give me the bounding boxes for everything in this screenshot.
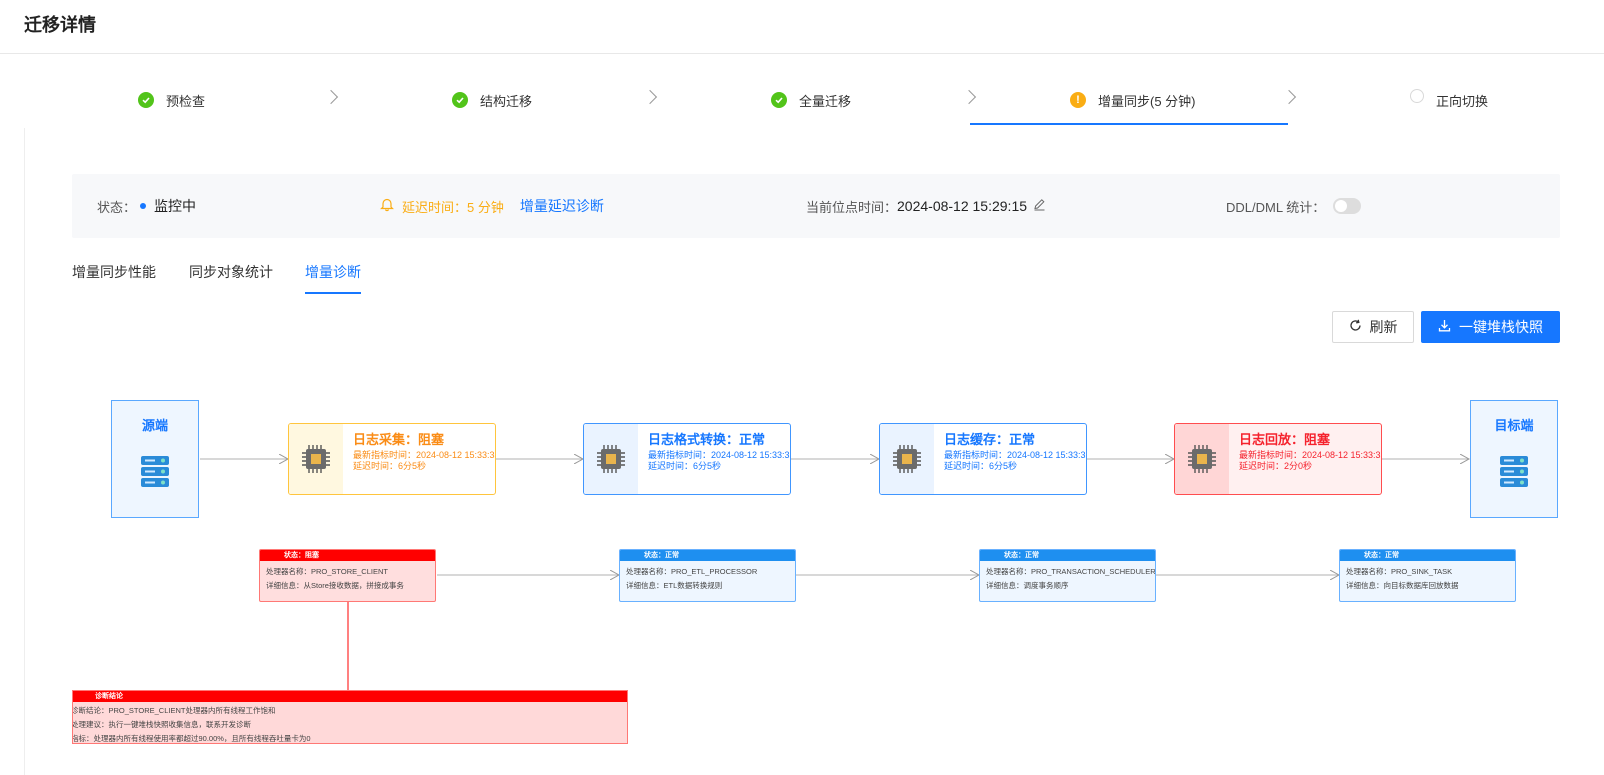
diagnosis-line: 处理建议：执行一键堆栈快照收集信息，联系开发诊断: [72, 720, 251, 729]
processor-transaction-scheduler[interactable]: 状态：正常 处理器名称：PRO_TRANSACTION_SCHEDULER 详细…: [979, 549, 1156, 602]
processor-etl[interactable]: 状态：正常 处理器名称：PRO_ETL_PROCESSOR 详细信息：ETL数据…: [619, 549, 796, 602]
cpu-chip-icon: [597, 445, 625, 473]
processor-detail: 详细信息：从Store接收数据，拼接成事务: [266, 581, 404, 590]
server-icon: [141, 456, 169, 487]
active-tab-indicator: [305, 292, 361, 294]
chevron-right-icon: [642, 89, 658, 105]
active-step-indicator: [970, 123, 1288, 125]
warning-icon: !: [1070, 92, 1086, 108]
step-schema[interactable]: 结构迁移: [452, 75, 532, 125]
stage-delay: 延迟时间：6分5秒: [648, 461, 722, 471]
processor-name: 处理器名称：PRO_ETL_PROCESSOR: [626, 567, 758, 576]
stage-log-replay[interactable]: 日志回放：阻塞 最新指标时间：2024-08-12 15:33:39 延迟时间：…: [1174, 423, 1382, 495]
stage-delay: 延迟时间：6分5秒: [353, 461, 427, 471]
ddl-group: DDL/DML 统计：: [1226, 174, 1362, 238]
page-title: 迁移详情: [24, 15, 96, 35]
cpu-chip-icon: [1188, 445, 1216, 473]
processor-detail: 详细信息：向目标数据库回放数据: [1346, 581, 1459, 590]
stage-title: 日志格式转换：正常: [648, 432, 766, 447]
migration-steps: 预检查 结构迁移 全量迁移 ! 增量同步(5 分钟) 正向切换: [0, 75, 1604, 127]
stack-snapshot-button[interactable]: 一键堆栈快照: [1421, 311, 1560, 343]
check-icon: [138, 92, 154, 108]
step-full[interactable]: 全量迁移: [771, 75, 851, 125]
chevron-right-icon: [323, 89, 339, 105]
status-dot-icon: [140, 203, 147, 209]
cpu-chip-icon: [302, 445, 330, 473]
ddl-toggle[interactable]: [1333, 198, 1362, 214]
status-bar: 状态： 监控中 延迟时间：5 分钟 增量延迟诊断 当前位点时间： 2024-08…: [72, 174, 1560, 238]
processor-detail: 详细信息：调度事务顺序: [986, 581, 1069, 590]
stage-delay: 延迟时间：2分0秒: [1239, 461, 1313, 471]
stage-delay: 延迟时间：6分5秒: [944, 461, 1018, 471]
step-label: 正向切换: [1436, 93, 1489, 109]
stage-log-collect[interactable]: 日志采集：阻塞 最新指标时间：2024-08-12 15:33:39 延迟时间：…: [288, 423, 496, 495]
snapshot-label: 一键堆栈快照: [1459, 319, 1543, 335]
processor-sink-task[interactable]: 状态：正常 处理器名称：PRO_SINK_TASK 详细信息：向目标数据库回放数…: [1339, 549, 1516, 602]
refresh-button[interactable]: 刷新: [1332, 311, 1414, 343]
step-incremental[interactable]: ! 增量同步(5 分钟): [1070, 75, 1196, 125]
step-precheck[interactable]: 预检查: [138, 75, 205, 125]
delay-diagnosis-link[interactable]: 增量延迟诊断: [520, 196, 604, 216]
tab-incremental-performance[interactable]: 增量同步性能: [72, 262, 156, 282]
source-endpoint[interactable]: 源端: [111, 400, 199, 518]
processor-detail: 详细信息：ETL数据转换规则: [626, 581, 723, 590]
download-icon: [1438, 319, 1451, 335]
source-title: 源端: [141, 418, 168, 433]
check-icon: [452, 92, 468, 108]
stage-title: 日志缓存：正常: [944, 432, 1036, 447]
position-label: 当前位点时间：: [806, 199, 898, 215]
step-label: 预检查: [166, 93, 206, 109]
refresh-icon: [1349, 319, 1362, 335]
panel-divider: [24, 128, 25, 775]
diagnosis-line: 指标：处理器内所有线程使用率都超过90.00%，且所有线程吞吐量卡为0: [72, 734, 311, 743]
delay-group: 延迟时间：5 分钟 增量延迟诊断: [380, 174, 604, 238]
chevron-right-icon: [961, 89, 977, 105]
ddl-label: DDL/DML 统计：: [1226, 199, 1326, 215]
edit-icon[interactable]: [1033, 198, 1046, 214]
status-value: 监控中: [154, 198, 197, 214]
step-switch[interactable]: 正向切换: [1410, 75, 1488, 125]
status-group: 状态： 监控中: [97, 174, 196, 238]
stage-log-cache[interactable]: 日志缓存：正常 最新指标时间：2024-08-12 15:33:39 延迟时间：…: [879, 423, 1087, 495]
check-icon: [771, 92, 787, 108]
page-header: 迁移详情: [0, 0, 1604, 54]
tab-incremental-diagnosis[interactable]: 增量诊断: [305, 262, 361, 282]
target-title: 目标端: [1494, 418, 1534, 433]
processor-name: 处理器名称：PRO_TRANSACTION_SCHEDULER: [986, 567, 1156, 576]
processor-name: 处理器名称：PRO_STORE_CLIENT: [266, 567, 388, 576]
processor-store-client[interactable]: 状态：阻塞 处理器名称：PRO_STORE_CLIENT 详细信息：从Store…: [259, 549, 436, 602]
stage-title: 日志回放：阻塞: [1239, 432, 1331, 447]
processor-status: 状态：正常: [980, 550, 1155, 561]
cpu-chip-icon: [893, 445, 921, 473]
chevron-right-icon: [1281, 89, 1297, 105]
processor-status: 状态：阻塞: [260, 550, 435, 561]
target-endpoint[interactable]: 目标端: [1470, 400, 1558, 518]
step-label: 增量同步(5 分钟): [1098, 93, 1196, 109]
step-label: 全量迁移: [799, 93, 852, 109]
delay-text: 延迟时间：5 分钟: [402, 199, 504, 215]
diagnosis-box: 诊断结论 诊断结论：PRO_STORE_CLIENT处理器内所有线程工作饱和 处…: [72, 690, 628, 744]
refresh-label: 刷新: [1369, 319, 1398, 335]
position-time: 2024-08-12 15:29:15: [897, 198, 1028, 214]
diagnosis-title: 诊断结论: [73, 691, 627, 702]
diagnosis-line: 诊断结论：PRO_STORE_CLIENT处理器内所有线程工作饱和: [72, 706, 276, 715]
status-label: 状态：: [97, 199, 137, 215]
stage-title: 日志采集：阻塞: [353, 432, 445, 447]
processor-status: 状态：正常: [620, 550, 795, 561]
server-icon: [1500, 456, 1528, 487]
stage-log-convert[interactable]: 日志格式转换：正常 最新指标时间：2024-08-12 15:33:39 延迟时…: [583, 423, 791, 495]
step-label: 结构迁移: [480, 93, 533, 109]
pending-circle-icon: [1410, 89, 1424, 103]
position-group: 当前位点时间： 2024-08-12 15:29:15: [806, 174, 1046, 238]
tab-object-stats[interactable]: 同步对象统计: [189, 262, 273, 282]
bell-icon: [380, 197, 394, 215]
processor-status: 状态：正常: [1340, 550, 1515, 561]
processor-name: 处理器名称：PRO_SINK_TASK: [1346, 567, 1453, 576]
